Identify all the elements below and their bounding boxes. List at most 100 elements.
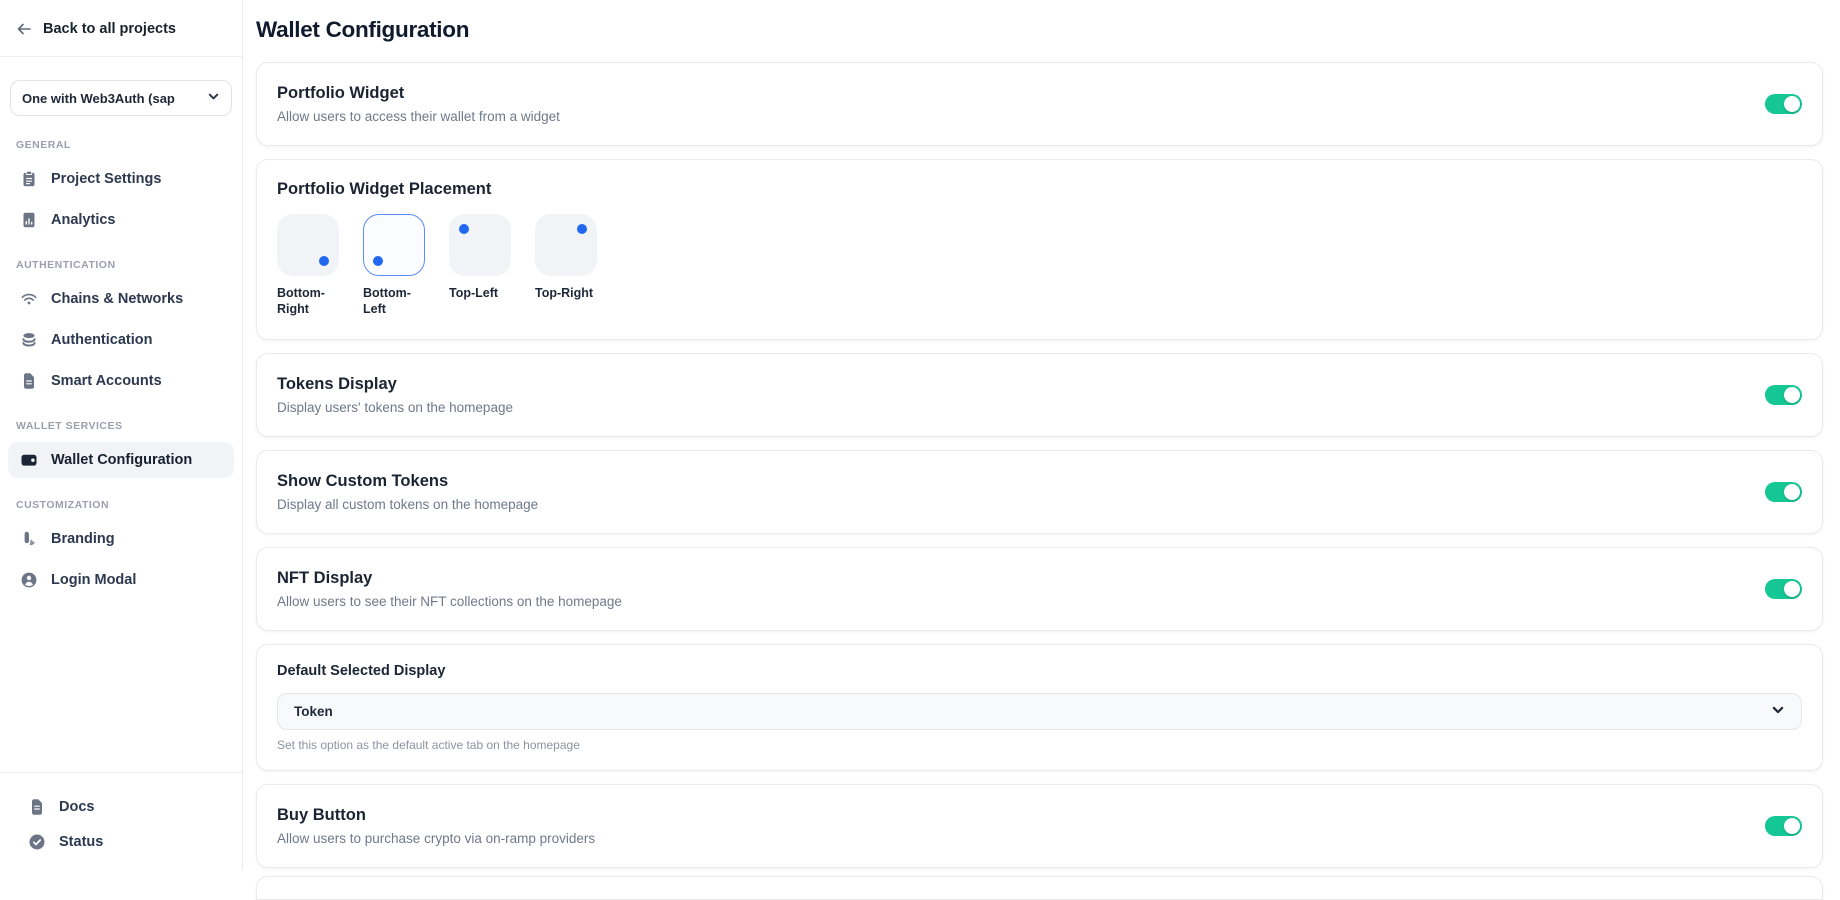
card-title: Tokens Display — [277, 373, 513, 395]
main-content: Wallet Configuration Portfolio Widget Al… — [243, 0, 1840, 870]
card-title: Portfolio Widget — [277, 82, 560, 104]
select-helper-text: Set this option as the default active ta… — [277, 738, 1802, 753]
portfolio-widget-placement-card: Portfolio Widget Placement Bottom-Right … — [256, 159, 1823, 340]
placement-dot — [459, 224, 469, 234]
card-title: NFT Display — [277, 567, 622, 589]
placement-tile — [535, 214, 597, 276]
nft-display-text: NFT Display Allow users to see their NFT… — [277, 567, 622, 611]
placement-dot — [577, 224, 587, 234]
sidebar-item-branding[interactable]: Branding — [8, 521, 234, 557]
sidebar: Back to all projects One with Web3Auth (… — [0, 0, 243, 870]
sidebar-item-label: Status — [59, 834, 103, 850]
sidebar-item-label: Chains & Networks — [51, 291, 183, 307]
section-label-customization: CUSTOMIZATION — [16, 499, 226, 511]
sidebar-item-smart-accounts[interactable]: Smart Accounts — [8, 363, 234, 399]
card-description: Allow users to access their wallet from … — [277, 108, 560, 126]
toggle-knob — [1784, 484, 1800, 500]
sidebar-footer: Docs Status — [0, 772, 242, 870]
clipboard-icon — [20, 170, 38, 188]
sidebar-item-login-modal[interactable]: Login Modal — [8, 562, 234, 598]
sidebar-item-wallet-configuration[interactable]: Wallet Configuration — [8, 442, 234, 478]
sidebar-item-authentication[interactable]: Authentication — [8, 322, 234, 358]
buy-button-toggle[interactable] — [1765, 816, 1802, 836]
section-label-general: GENERAL — [16, 139, 226, 151]
portfolio-widget-text: Portfolio Widget Allow users to access t… — [277, 82, 560, 126]
toggle-knob — [1784, 818, 1800, 834]
nft-display-card: NFT Display Allow users to see their NFT… — [256, 547, 1823, 631]
card-description: Allow users to see their NFT collections… — [277, 593, 622, 611]
check-circle-icon — [28, 833, 46, 851]
card-title: Portfolio Widget Placement — [277, 178, 1802, 200]
toggle-knob — [1784, 96, 1800, 112]
file-icon — [20, 372, 38, 390]
sidebar-item-chains-networks[interactable]: Chains & Networks — [8, 281, 234, 317]
card-description: Allow users to purchase crypto via on-ra… — [277, 830, 595, 848]
brush-icon — [20, 530, 38, 548]
sidebar-item-status[interactable]: Status — [16, 825, 226, 859]
sidebar-nav: GENERAL Project Settings Analytics AUTHE… — [0, 116, 242, 772]
default-display-select[interactable]: Token — [277, 693, 1802, 730]
card-title: Buy Button — [277, 804, 595, 826]
back-to-projects-link[interactable]: Back to all projects — [0, 0, 242, 57]
database-icon — [20, 331, 38, 349]
placement-option-top-left[interactable]: Top-Left — [449, 214, 511, 317]
card-description: Display all custom tokens on the homepag… — [277, 496, 538, 514]
sidebar-item-analytics[interactable]: Analytics — [8, 202, 234, 238]
select-value: Token — [294, 704, 333, 719]
placement-options: Bottom-Right Bottom-Left Top-Left Top-Ri… — [277, 214, 1802, 317]
placement-option-bottom-right[interactable]: Bottom-Right — [277, 214, 339, 317]
sidebar-item-label: Authentication — [51, 332, 153, 348]
section-label-wallet-services: WALLET SERVICES — [16, 420, 226, 432]
card-description: Display users' tokens on the homepage — [277, 399, 513, 417]
sidebar-item-label: Smart Accounts — [51, 373, 162, 389]
page-title: Wallet Configuration — [256, 17, 1823, 43]
placement-label: Top-Left — [449, 285, 511, 301]
chevron-down-icon — [207, 90, 220, 106]
doc-icon — [28, 798, 46, 816]
show-custom-tokens-toggle[interactable] — [1765, 482, 1802, 502]
card-title: Show Custom Tokens — [277, 470, 538, 492]
show-custom-tokens-card: Show Custom Tokens Display all custom to… — [256, 450, 1823, 534]
toggle-knob — [1784, 387, 1800, 403]
wifi-icon — [20, 290, 38, 308]
toggle-knob — [1784, 581, 1800, 597]
select-label: Default Selected Display — [277, 662, 1802, 681]
project-selector-value: One with Web3Auth (sap — [22, 91, 201, 106]
sidebar-item-label: Project Settings — [51, 171, 161, 187]
placement-dot — [319, 256, 329, 266]
user-icon — [20, 571, 38, 589]
portfolio-widget-card: Portfolio Widget Allow users to access t… — [256, 62, 1823, 146]
sidebar-item-label: Docs — [59, 799, 94, 815]
portfolio-widget-toggle[interactable] — [1765, 94, 1802, 114]
placement-option-bottom-left[interactable]: Bottom-Left — [363, 214, 425, 317]
placement-label: Bottom-Right — [277, 285, 339, 317]
placement-option-top-right[interactable]: Top-Right — [535, 214, 597, 317]
sidebar-item-label: Wallet Configuration — [51, 452, 192, 468]
partial-next-card — [256, 876, 1823, 900]
buy-button-card: Buy Button Allow users to purchase crypt… — [256, 784, 1823, 868]
tokens-display-text: Tokens Display Display users' tokens on … — [277, 373, 513, 417]
default-selected-display-card: Default Selected Display Token Set this … — [256, 644, 1823, 771]
chevron-down-icon — [1771, 703, 1785, 720]
nft-display-toggle[interactable] — [1765, 579, 1802, 599]
placement-tile — [449, 214, 511, 276]
tokens-display-card: Tokens Display Display users' tokens on … — [256, 353, 1823, 437]
wallet-icon — [20, 451, 38, 469]
placement-tile-selected — [363, 214, 425, 276]
sidebar-item-docs[interactable]: Docs — [16, 790, 226, 824]
placement-tile — [277, 214, 339, 276]
sidebar-item-label: Login Modal — [51, 572, 136, 588]
analytics-icon — [20, 211, 38, 229]
back-label: Back to all projects — [43, 21, 176, 37]
section-label-authentication: AUTHENTICATION — [16, 259, 226, 271]
placement-label: Bottom-Left — [363, 285, 425, 317]
buy-button-text: Buy Button Allow users to purchase crypt… — [277, 804, 595, 848]
project-selector[interactable]: One with Web3Auth (sap — [10, 80, 232, 116]
tokens-display-toggle[interactable] — [1765, 385, 1802, 405]
show-custom-tokens-text: Show Custom Tokens Display all custom to… — [277, 470, 538, 514]
placement-label: Top-Right — [535, 285, 597, 301]
arrow-left-icon — [16, 21, 32, 37]
placement-dot — [373, 256, 383, 266]
sidebar-item-label: Branding — [51, 531, 115, 547]
sidebar-item-project-settings[interactable]: Project Settings — [8, 161, 234, 197]
